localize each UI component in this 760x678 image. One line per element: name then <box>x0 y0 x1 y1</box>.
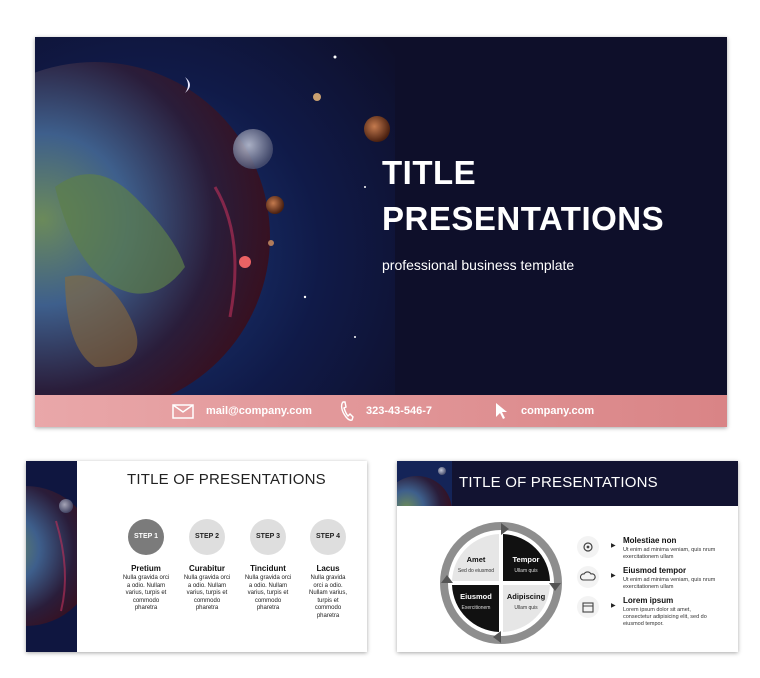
cloud-icon <box>577 566 599 588</box>
quadrant-sub: Ullam quis <box>514 605 538 611</box>
gear-icon <box>577 536 599 558</box>
cursor-icon <box>496 403 507 419</box>
email-text: mail@company.com <box>206 405 312 417</box>
planet-strip-artwork <box>26 461 77 652</box>
quadrant-title: Amet <box>467 555 486 564</box>
quadrant-sub: Exercitionem <box>462 605 491 611</box>
step-heading: Lacus <box>316 564 340 573</box>
step-heading: Pretium <box>131 564 161 573</box>
web-text: company.com <box>521 405 595 417</box>
contact-email[interactable]: mail@company.com <box>172 395 312 427</box>
feature-text: Ut enim ad minima veniam, quis nrum exerc… <box>623 547 716 560</box>
planet-artwork <box>35 37 395 395</box>
cycle-diagram: Amet Sed do eiusmod Tempor Ullam quis Ei… <box>440 522 562 644</box>
step-text: Nulla gravida orci a odio. Nullam varius, t… <box>308 575 347 619</box>
step-1: STEP 1 Pretium Nulla gravida orci a odio.… <box>111 519 181 613</box>
title-line-1: TITLE <box>382 154 477 191</box>
title-line-2: PRESENTATIONS <box>382 200 665 237</box>
phone-text: 323-43-546-7 <box>366 405 433 417</box>
slide3-header: TITLE OF PRESENTATIONS <box>397 461 738 506</box>
cycle-slide[interactable]: TITLE OF PRESENTATIONS Amet Sed do eiusm… <box>397 461 738 652</box>
contact-bar: mail@company.com 323-43-546-7 company.co… <box>35 395 727 427</box>
step-text: Nulla gravida orci a odio. Nullam varius, … <box>122 575 170 611</box>
main-slide[interactable]: TITLE PRESENTATIONS professional busines… <box>35 37 727 427</box>
steps-slide[interactable]: TITLE OF PRESENTATIONS STEP 1 Pretium Nu… <box>26 461 367 652</box>
slide2-title: TITLE OF PRESENTATIONS <box>127 471 326 488</box>
phone-icon <box>340 401 354 421</box>
step-circle: STEP 4 <box>310 519 346 555</box>
feature-text: Lorem ipsum dolor sit amet, consectetur a… <box>623 607 707 627</box>
main-title: TITLE PRESENTATIONS <box>382 150 664 242</box>
step-circle: STEP 2 <box>189 519 225 555</box>
triangle-right-icon: ▶ <box>611 573 616 579</box>
feature-heading: Lorem ipsum <box>623 596 674 605</box>
slide3-title: TITLE OF PRESENTATIONS <box>459 474 658 491</box>
contact-phone[interactable]: 323-43-546-7 <box>340 395 432 427</box>
small-planet-icon <box>364 116 390 142</box>
quadrant-title: Tempor <box>513 555 540 564</box>
step-text: Nulla gravida orci a odio. Nullam varius, … <box>183 575 231 611</box>
quadrant-title: Eiusmod <box>460 592 492 601</box>
step-circle: STEP 3 <box>250 519 286 555</box>
triangle-right-icon: ▶ <box>611 603 616 609</box>
feature-heading: Eiusmod tempor <box>623 566 687 575</box>
step-4: STEP 4 Lacus Nulla gravida orci a odio. Nu… <box>293 519 363 620</box>
envelope-icon <box>172 403 194 419</box>
quadrant-title: Adipiscing <box>507 592 546 601</box>
feature-text: Ut enim ad minima veniam, quis nrum exerc… <box>623 577 716 590</box>
quadrant-sub: Ullam quis <box>514 568 538 574</box>
contact-web[interactable]: company.com <box>495 395 594 427</box>
main-subtitle: professional business template <box>382 257 575 273</box>
calendar-icon <box>577 596 599 618</box>
planet-header-artwork <box>397 461 452 506</box>
feature-heading: Molestiae non <box>623 536 677 545</box>
step-heading: Curabitur <box>189 564 225 573</box>
triangle-right-icon: ▶ <box>611 543 616 549</box>
quadrant-sub: Sed do eiusmod <box>458 568 494 574</box>
step-circle: STEP 1 <box>128 519 164 555</box>
step-2: STEP 2 Curabitur Nulla gravida orci a odi… <box>172 519 242 613</box>
